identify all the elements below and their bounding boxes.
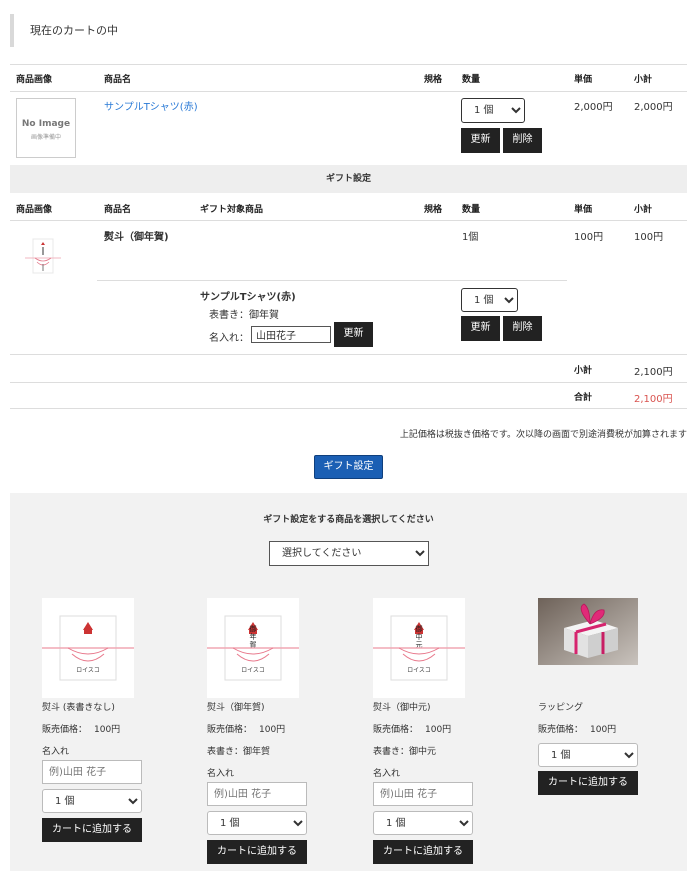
naire-input[interactable]	[251, 326, 331, 343]
total-value: 2,100円	[634, 394, 673, 405]
gift-selection-panel: ギフト設定をする商品を選択してください 選択してください ロイスコ 熨斗 (表書…	[10, 493, 687, 871]
qty-select[interactable]: 1 個	[207, 811, 307, 835]
gift-panel-title: ギフト設定をする商品を選択してください	[263, 515, 434, 525]
cart-item-update-button[interactable]: 更新	[461, 128, 500, 153]
noshi-nenga-image: 御 年 賀 ロイスコ	[207, 598, 299, 698]
gift-col-header-qty: 数量	[462, 205, 481, 215]
noshi-item-unit-price: 100円	[574, 232, 604, 243]
subtotal-value: 2,100円	[634, 367, 673, 378]
col-header-image: 商品画像	[16, 75, 53, 85]
add-to-cart-button[interactable]: カートに追加する	[207, 840, 307, 864]
product-name: 熨斗 (表書きなし)	[42, 703, 115, 713]
qty-select[interactable]: 1 個	[538, 743, 638, 767]
col-header-unit-price: 単価	[574, 75, 593, 85]
gift-target-update-button[interactable]: 更新	[461, 316, 500, 341]
naire-label: 名入れ	[207, 769, 235, 779]
svg-text:御: 御	[416, 624, 423, 633]
svg-text:中: 中	[416, 632, 423, 641]
price-label: 販売価格：	[373, 725, 419, 735]
gift-target-delete-button[interactable]: 削除	[503, 316, 542, 341]
svg-text:ロイスコ: ロイスコ	[241, 667, 265, 674]
price-value: 100円	[259, 725, 286, 735]
gift-target-qty-select[interactable]: 1 個	[461, 288, 518, 312]
cart-item-unit-price: 2,000円	[574, 102, 613, 113]
cart-item-name-link[interactable]: サンプルTシャツ(赤)	[104, 98, 198, 113]
svg-text:年: 年	[250, 632, 257, 641]
divider	[10, 91, 687, 92]
divider	[97, 280, 567, 281]
gift-col-header-image: 商品画像	[16, 205, 53, 215]
gift-col-header-subtotal: 小計	[634, 205, 653, 215]
price-value: 100円	[425, 725, 452, 735]
naire-label: 名入れ	[42, 747, 70, 757]
tax-note: 上記価格は税抜き価格です。次以降の画面で別途消費税が加算されます	[399, 430, 687, 440]
omotegaki-label: 表書き：御年賀	[207, 747, 271, 757]
noshi-plain-image: ロイスコ	[42, 598, 134, 698]
noshi-chugen-image: 御 中 元 ロイスコ	[373, 598, 465, 698]
cart-item-subtotal: 2,000円	[634, 102, 673, 113]
product-name: ラッピング	[538, 703, 584, 713]
svg-text:ロイスコ: ロイスコ	[407, 667, 431, 674]
gift-col-header-spec: 規格	[424, 205, 443, 215]
divider	[10, 382, 687, 383]
noshi-thumbnail	[25, 236, 61, 276]
cart-item-qty-select[interactable]: 1 個	[461, 98, 525, 123]
noshi-item-name: 熨斗（御年賀)	[104, 232, 169, 243]
price-label: 販売価格：	[42, 725, 88, 735]
gift-col-header-name: 商品名	[104, 205, 132, 215]
price-value: 100円	[590, 725, 617, 735]
gift-target-product: サンプルTシャツ(赤)	[200, 292, 296, 303]
price-value: 100円	[94, 725, 121, 735]
gift-settings-button[interactable]: ギフト設定	[314, 455, 383, 479]
no-image-text: No Image	[21, 119, 71, 129]
product-name: 熨斗（御中元)	[373, 703, 431, 713]
qty-select[interactable]: 1 個	[42, 789, 142, 813]
svg-text:ロイスコ: ロイスコ	[76, 667, 100, 674]
gift-col-header-target: ギフト対象商品	[200, 205, 264, 215]
naire-input[interactable]	[42, 760, 142, 784]
noshi-item-qty: 1個	[462, 232, 479, 243]
naire-update-button[interactable]: 更新	[334, 322, 373, 347]
naire-input[interactable]	[207, 782, 307, 806]
subtotal-label: 小計	[574, 366, 593, 376]
product-name: 熨斗（御年賀)	[207, 703, 265, 713]
add-to-cart-button[interactable]: カートに追加する	[42, 818, 142, 842]
naire-input[interactable]	[373, 782, 473, 806]
qty-select[interactable]: 1 個	[373, 811, 473, 835]
naire-label: 名入れ：	[209, 333, 249, 344]
omotegaki-label: 表書き：御中元	[373, 747, 437, 757]
divider	[10, 354, 687, 355]
svg-text:御: 御	[250, 624, 257, 633]
add-to-cart-button[interactable]: カートに追加する	[373, 840, 473, 864]
cart-item-delete-button[interactable]: 削除	[503, 128, 542, 153]
col-header-qty: 数量	[462, 75, 481, 85]
no-image-subtext: 画像準備中	[30, 134, 61, 141]
col-header-subtotal: 小計	[634, 75, 653, 85]
col-header-spec: 規格	[424, 75, 443, 85]
gift-target-omotegaki: 表書き：御年賀	[209, 310, 279, 321]
naire-label: 名入れ	[373, 769, 401, 779]
divider	[10, 64, 687, 65]
no-image-thumbnail: No Image 画像準備中	[16, 98, 76, 158]
noshi-item-subtotal: 100円	[634, 232, 664, 243]
col-header-name: 商品名	[104, 75, 132, 85]
price-label: 販売価格：	[207, 725, 253, 735]
price-label: 販売価格：	[538, 725, 584, 735]
wrapping-gift-box-image	[538, 598, 638, 665]
gift-col-header-unit-price: 単価	[574, 205, 593, 215]
gift-product-select[interactable]: 選択してください	[269, 541, 429, 566]
total-label: 合計	[574, 393, 593, 403]
divider	[10, 220, 687, 221]
gift-settings-band: ギフト設定	[10, 165, 687, 193]
divider	[10, 408, 687, 409]
add-to-cart-button[interactable]: カートに追加する	[538, 771, 638, 795]
cart-section-title: 現在のカートの中	[10, 14, 210, 47]
